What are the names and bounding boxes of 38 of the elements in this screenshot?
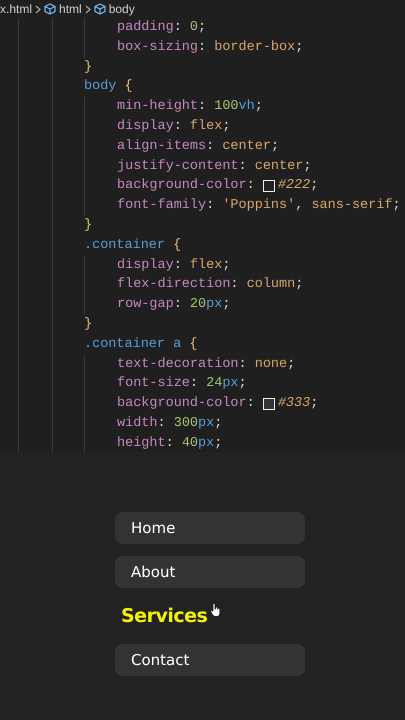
cube-icon (94, 3, 106, 15)
code-text: row-gap: 20px; (117, 296, 230, 314)
breadcrumb-item[interactable]: html (59, 2, 82, 16)
code-text: justify-content: center; (117, 158, 312, 176)
breadcrumb-item[interactable]: x.html (0, 2, 32, 16)
nav-link[interactable]: About (115, 556, 305, 588)
code-text: width: 300px; (117, 414, 222, 433)
code-text: font-size: 24px; (117, 375, 247, 394)
code-text: } (84, 58, 92, 77)
color-swatch-icon[interactable] (262, 398, 275, 410)
code-text: background-color: (117, 395, 256, 414)
code-text: #222; (278, 177, 318, 196)
code-text: } (84, 216, 92, 235)
nav-link[interactable]: Home (115, 512, 305, 544)
chevron-icon (84, 4, 91, 14)
code-text: height: 40px; (117, 434, 222, 452)
code-text: align-items: center; (117, 138, 280, 156)
code-text: #333; (278, 395, 318, 414)
code-text: background-color: (117, 177, 256, 196)
cube-icon (44, 3, 56, 15)
hand-cursor-icon (210, 603, 221, 617)
color-swatch-icon[interactable] (262, 180, 275, 192)
code-text: body { (84, 78, 133, 96)
nav-link[interactable]: Services (115, 600, 305, 632)
code-text: display: flex; (117, 118, 230, 136)
code-text: .container a { (84, 336, 198, 354)
code-text: padding: 0; (117, 19, 206, 37)
code-text: text-decoration: none; (117, 356, 296, 374)
code-text: display: flex; (117, 256, 230, 275)
code-text: box-sizing: border-box; (117, 38, 304, 57)
code-text: .container { (84, 236, 182, 255)
code-text: } (84, 316, 92, 334)
nav-link[interactable]: Contact (115, 644, 305, 676)
code-text: font-family: 'Poppins', sans-serif; (117, 197, 401, 216)
chevron-icon (35, 4, 42, 14)
breadcrumb-item[interactable]: body (108, 2, 135, 16)
code-text: min-height: 100vh; (117, 98, 263, 116)
code-text: flex-direction: column; (117, 276, 304, 294)
